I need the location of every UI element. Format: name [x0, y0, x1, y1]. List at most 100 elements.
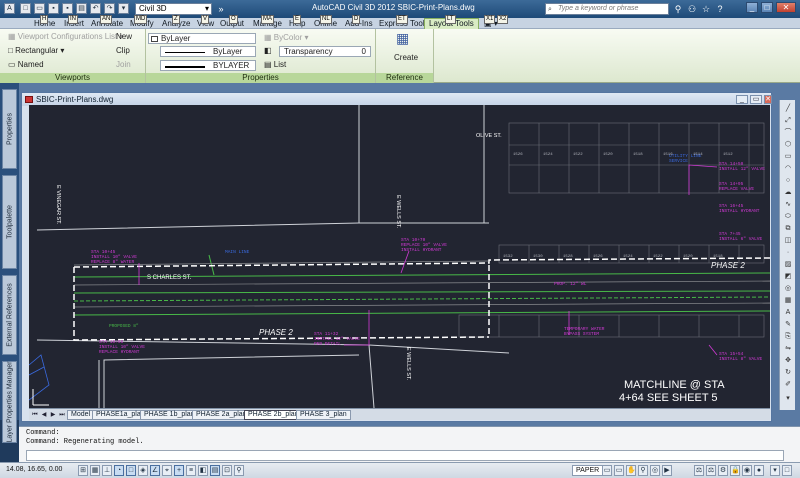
rectangle-tool-icon[interactable]: ▭ — [782, 152, 794, 161]
paint-tool-icon[interactable]: ✐ — [782, 380, 794, 389]
signin-icon[interactable]: ⚇ — [686, 3, 698, 15]
circle-tool-icon[interactable]: ○ — [782, 176, 794, 185]
layout-tab-model[interactable]: Model — [67, 410, 95, 420]
named-button[interactable]: ▭ Named — [8, 60, 44, 70]
more-qa-icon[interactable]: » — [215, 3, 227, 15]
layout-tab-phase2a[interactable]: PHASE 2a_plan — [192, 410, 251, 420]
ellipse-tool-icon[interactable]: ⬭ — [782, 212, 794, 221]
xline-tool-icon[interactable]: ⤢ — [782, 116, 794, 125]
join-button[interactable]: Join — [116, 60, 131, 70]
annotation-scale-icon[interactable]: ⚖ — [694, 465, 704, 476]
paper-space-toggle[interactable]: PAPER — [572, 465, 604, 476]
polar-toggle-icon[interactable]: ◔ — [114, 465, 124, 476]
last-tab-icon[interactable]: ⏭ — [58, 411, 66, 419]
rotate-tool-icon[interactable]: ↻ — [782, 368, 794, 377]
quick-view-drawings-icon[interactable]: ▭ — [614, 465, 624, 476]
minimize-button[interactable]: _ — [746, 2, 758, 13]
dyn-toggle-icon[interactable]: + — [174, 465, 184, 476]
insert-block-icon[interactable]: ⧉ — [782, 224, 794, 233]
mirror-tool-icon[interactable]: ⇋ — [782, 344, 794, 353]
scroll-down-icon[interactable]: ▾ — [782, 394, 794, 403]
grid-toggle-icon[interactable]: ▦ — [90, 465, 100, 476]
list-button[interactable]: ▤ List — [264, 60, 286, 70]
create-button[interactable]: Create — [394, 53, 418, 63]
drawing-close-button[interactable]: ✕ — [764, 95, 772, 104]
sc-toggle-icon[interactable]: ⊡ — [222, 465, 232, 476]
app-menu-icon[interactable]: A — [4, 3, 15, 14]
prev-tab-icon[interactable]: ◀ — [40, 411, 48, 419]
workspace-switch-icon[interactable]: ⚙ — [718, 465, 728, 476]
osnap-toggle-icon[interactable]: □ — [126, 465, 136, 476]
hatch-tool-icon[interactable]: ▨ — [782, 260, 794, 269]
linetype-dropdown[interactable]: ByLayer — [160, 46, 256, 57]
polygon-tool-icon[interactable]: ⬡ — [782, 140, 794, 149]
qa-plot-icon[interactable]: ▤ — [76, 3, 87, 14]
layout-tab-phase2b[interactable]: PHASE 2b_plan — [244, 410, 303, 420]
hardware-accel-icon[interactable]: ◉ — [742, 465, 752, 476]
otrack-toggle-icon[interactable]: ∠ — [150, 465, 160, 476]
make-block-icon[interactable]: ◫ — [782, 236, 794, 245]
revcloud-tool-icon[interactable]: ☁ — [782, 188, 794, 197]
help-icon[interactable]: ? — [714, 3, 726, 15]
line-tool-icon[interactable]: ╱ — [782, 104, 794, 113]
binoculars-icon[interactable]: ⚲ — [672, 3, 684, 15]
close-button[interactable]: ✕ — [776, 2, 796, 13]
quick-view-layouts-icon[interactable]: ▭ — [602, 465, 612, 476]
am-toggle-icon[interactable]: ⚲ — [234, 465, 244, 476]
clean-screen-icon[interactable]: □ — [782, 465, 792, 476]
polyline-tool-icon[interactable]: ⌒ — [782, 128, 794, 137]
plotstyle-dropdown[interactable]: ▦ ByColor ▾ — [264, 33, 308, 43]
ortho-toggle-icon[interactable]: ⊥ — [102, 465, 112, 476]
tab-properties-palette[interactable]: Properties — [2, 89, 17, 169]
qa-new-icon[interactable]: □ — [20, 3, 31, 14]
move-tool-icon[interactable]: ✥ — [782, 356, 794, 365]
lock-icon[interactable]: 🔒 — [730, 465, 740, 476]
transparency-field[interactable]: Transparency 0 — [279, 46, 371, 57]
gradient-tool-icon[interactable]: ◩ — [782, 272, 794, 281]
erase-tool-icon[interactable]: ✎ — [782, 320, 794, 329]
layout-tab-phase3[interactable]: PHASE 3_plan — [296, 410, 351, 420]
star-icon[interactable]: ☆ — [700, 3, 712, 15]
annotation-visibility-icon[interactable]: ⚖ — [706, 465, 716, 476]
tab-external-references[interactable]: External References — [2, 275, 17, 355]
qp-toggle-icon[interactable]: ▤ — [210, 465, 220, 476]
qa-redo-icon[interactable]: ↷ — [104, 3, 115, 14]
zoom-icon[interactable]: ⚲ — [638, 465, 648, 476]
showmotion-icon[interactable]: ▶ — [662, 465, 672, 476]
steering-wheel-icon[interactable]: ◎ — [650, 465, 660, 476]
point-tool-icon[interactable]: · — [782, 248, 794, 257]
qa-saveas-icon[interactable]: ▪ — [62, 3, 73, 14]
drawing-restore-button[interactable]: ▭ — [750, 95, 762, 104]
drawing-minimize-button[interactable]: _ — [736, 95, 748, 104]
lineweight-dropdown[interactable]: BYLAYER — [160, 60, 256, 71]
new-viewport-button[interactable]: New — [116, 32, 132, 42]
clip-button[interactable]: Clip — [116, 46, 130, 56]
qa-undo-icon[interactable]: ↶ — [90, 3, 101, 14]
layout-tab-phase1b[interactable]: PHASE 1b_plan — [140, 410, 199, 420]
qa-open-icon[interactable]: ▭ — [34, 3, 45, 14]
snap-toggle-icon[interactable]: ⊞ — [78, 465, 88, 476]
3dosnap-toggle-icon[interactable]: ◈ — [138, 465, 148, 476]
next-tab-icon[interactable]: ▶ — [49, 411, 57, 419]
status-menu-icon[interactable]: ▾ — [770, 465, 780, 476]
tpy-toggle-icon[interactable]: ◧ — [198, 465, 208, 476]
table-tool-icon[interactable]: ▦ — [782, 296, 794, 305]
drawing-canvas[interactable]: STA 10+45 INSTALL 10" VALVE REPLACE 8" WAT… — [29, 105, 770, 408]
tab-toolpalette[interactable]: Toolpalette — [2, 175, 17, 269]
rectangular-button[interactable]: □ Rectangular ▾ — [8, 46, 64, 56]
qa-more-icon[interactable]: ▾ — [118, 3, 129, 14]
mtext-tool-icon[interactable]: A — [782, 308, 794, 317]
tab-layer-properties[interactable]: Layer Properties Manager — [2, 361, 17, 443]
region-tool-icon[interactable]: ◎ — [782, 284, 794, 293]
workspace-dropdown[interactable]: Civil 3D ▾ — [135, 3, 212, 15]
viewport-config-dropdown[interactable]: ▦ Viewport Configurations List ▾ — [8, 32, 124, 42]
pan-icon[interactable]: ✋ — [626, 465, 636, 476]
spline-tool-icon[interactable]: ∿ — [782, 200, 794, 209]
maximize-button[interactable]: □ — [761, 2, 773, 13]
qa-save-icon[interactable]: ▪ — [48, 3, 59, 14]
copy-tool-icon[interactable]: ⎘ — [782, 332, 794, 341]
ducs-toggle-icon[interactable]: ⌖ — [162, 465, 172, 476]
command-input[interactable] — [26, 450, 784, 461]
lwt-toggle-icon[interactable]: ≡ — [186, 465, 196, 476]
layer-dropdown[interactable]: ByLayer — [148, 33, 256, 44]
